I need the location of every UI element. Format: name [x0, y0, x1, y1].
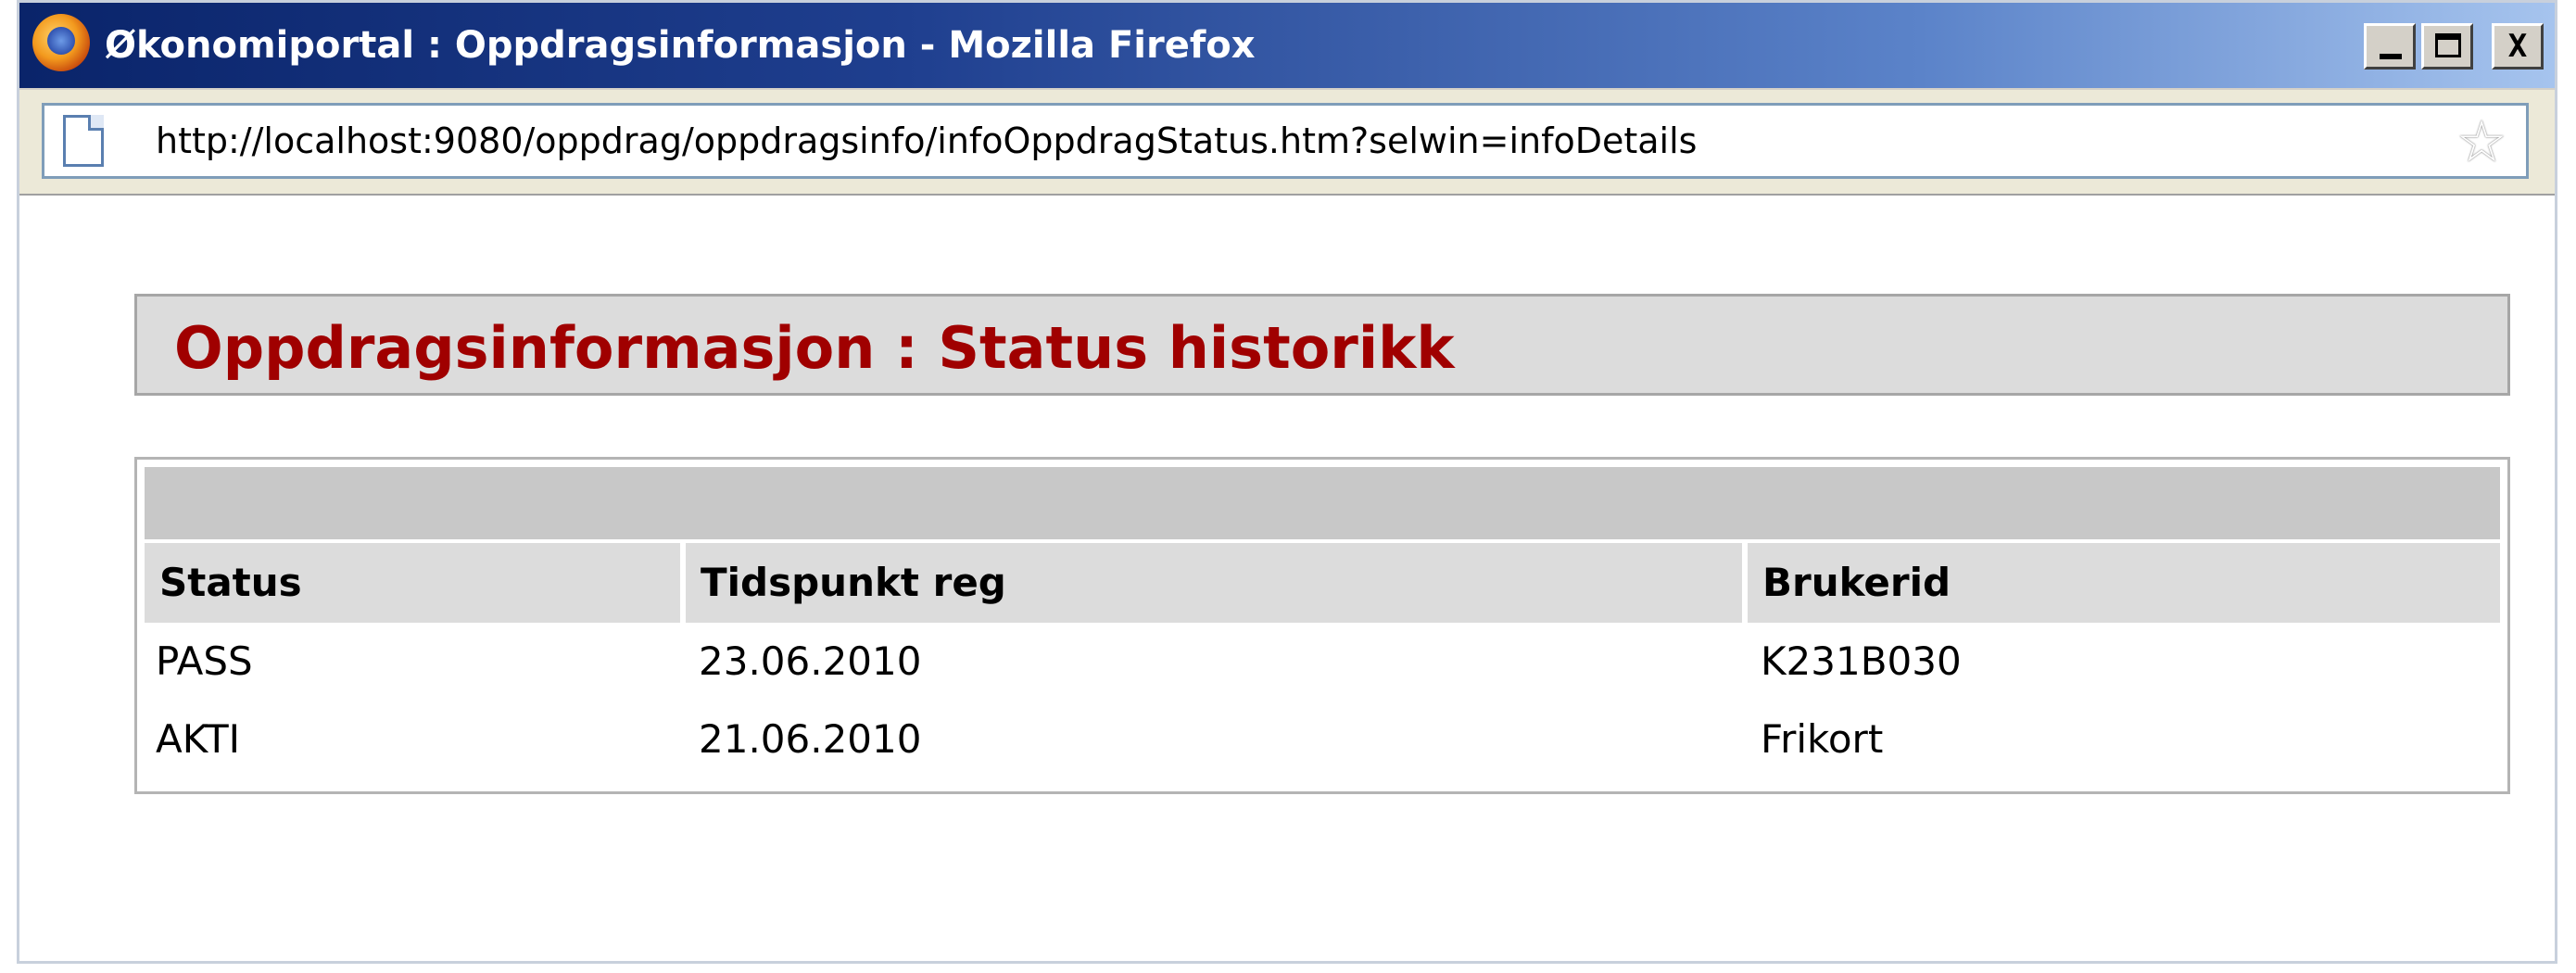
- url-text[interactable]: http://localhost:9080/oppdrag/oppdragsin…: [156, 119, 1697, 163]
- star-icon[interactable]: ☆: [2456, 111, 2507, 172]
- cell-brukerid: Frikort: [1761, 716, 1884, 762]
- cell-status: PASS: [156, 638, 253, 684]
- cell-tidspunkt-reg: 23.06.2010: [699, 638, 922, 684]
- maximize-icon: [2435, 33, 2461, 57]
- column-header-status: Status: [145, 543, 680, 623]
- title-bar[interactable]: Økonomiportal : Oppdragsinformasjon - Mo…: [19, 3, 2555, 90]
- page-icon: [63, 115, 104, 167]
- close-button[interactable]: X: [2492, 23, 2544, 70]
- column-header-brukerid: Brukerid: [1748, 543, 2500, 623]
- url-field[interactable]: http://localhost:9080/oppdrag/oppdragsin…: [42, 103, 2529, 179]
- maximize-button[interactable]: [2421, 23, 2473, 70]
- browser-window: Økonomiportal : Oppdragsinformasjon - Mo…: [17, 0, 2557, 964]
- cell-status: AKTI: [156, 716, 241, 762]
- cell-brukerid: K231B030: [1761, 638, 1962, 684]
- page-header: Oppdragsinformasjon : Status historikk: [134, 294, 2510, 396]
- table-caption-bar: [145, 467, 2500, 539]
- minimize-button[interactable]: [2364, 23, 2416, 70]
- column-header-tidspunkt-reg: Tidspunkt reg: [686, 543, 1742, 623]
- address-bar: http://localhost:9080/oppdrag/oppdragsin…: [19, 90, 2555, 196]
- cell-tidspunkt-reg: 21.06.2010: [699, 716, 922, 762]
- page-content: Oppdragsinformasjon : Status historikk S…: [19, 196, 2555, 961]
- status-history-table: Status Tidspunkt reg Brukerid PASS 23.06…: [134, 457, 2510, 794]
- minimize-icon: [2380, 54, 2402, 59]
- close-icon: X: [2507, 28, 2528, 65]
- window-title: Økonomiportal : Oppdragsinformasjon - Mo…: [105, 24, 1256, 67]
- page-title: Oppdragsinformasjon : Status historikk: [174, 314, 1455, 382]
- firefox-icon: [32, 14, 90, 71]
